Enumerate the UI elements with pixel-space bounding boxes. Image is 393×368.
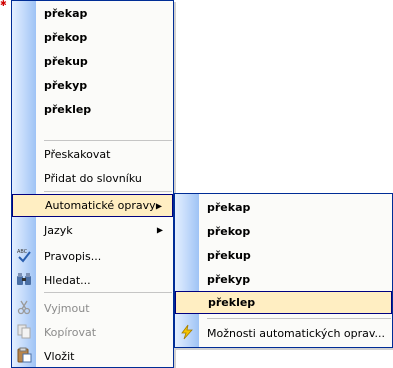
error-marker-icon: ✱ xyxy=(0,0,7,8)
autocorrect-submenu: překap překop překup překyp překlep Možn… xyxy=(174,193,393,348)
spellcheck-icon: ABC xyxy=(16,247,32,263)
svg-text:ABC: ABC xyxy=(17,249,28,255)
copy-menu-item[interactable]: Kopírovat xyxy=(12,320,173,344)
submenu-arrow-icon: ▶ xyxy=(155,201,162,210)
copy-icon xyxy=(16,323,32,339)
autocorrect-options-menu-item[interactable]: Možnosti automatických oprav... xyxy=(175,321,392,345)
paste-icon xyxy=(16,347,32,363)
autocorrect-suggestion-item[interactable]: překup xyxy=(175,243,392,267)
autocorrect-suggestion-item[interactable]: překyp xyxy=(175,267,392,291)
suggestion-item[interactable]: překyp xyxy=(12,73,173,97)
submenu-arrow-icon: ▶ xyxy=(156,225,163,235)
autocorrect-suggestion-item[interactable]: překop xyxy=(175,219,392,243)
suggestion-item[interactable]: překup xyxy=(12,49,173,73)
menu-separator xyxy=(44,292,172,293)
menu-separator xyxy=(44,140,172,141)
menu-separator xyxy=(207,318,391,319)
autocorrect-suggestion-item[interactable]: překlep xyxy=(175,291,392,314)
cut-menu-item[interactable]: Vyjmout xyxy=(12,296,173,320)
find-menu-item[interactable]: Hledat... xyxy=(12,268,173,292)
spelling-menu-item[interactable]: ABC Pravopis... xyxy=(12,244,173,268)
menu-separator xyxy=(44,191,172,192)
autocorrect-menu-item[interactable]: Automatické opravy ▶ xyxy=(12,194,173,217)
lightning-autocorrect-icon xyxy=(179,324,195,340)
suggestion-item[interactable]: překop xyxy=(12,25,173,49)
ignore-menu-item[interactable]: Přeskakovat xyxy=(12,142,173,166)
paste-menu-item[interactable]: Vložit xyxy=(12,344,173,368)
suggestion-item[interactable]: překap xyxy=(12,1,173,25)
add-to-dictionary-menu-item[interactable]: Přidat do slovníku xyxy=(12,166,173,190)
autocorrect-suggestion-item[interactable]: překap xyxy=(175,195,392,219)
suggestion-item[interactable]: překlep xyxy=(12,97,173,121)
language-menu-item[interactable]: Jazyk ▶ xyxy=(12,218,173,242)
find-binoculars-icon xyxy=(16,271,32,287)
context-menu: překap překop překup překyp překlep Přes… xyxy=(11,0,174,368)
scissors-icon xyxy=(16,299,32,315)
